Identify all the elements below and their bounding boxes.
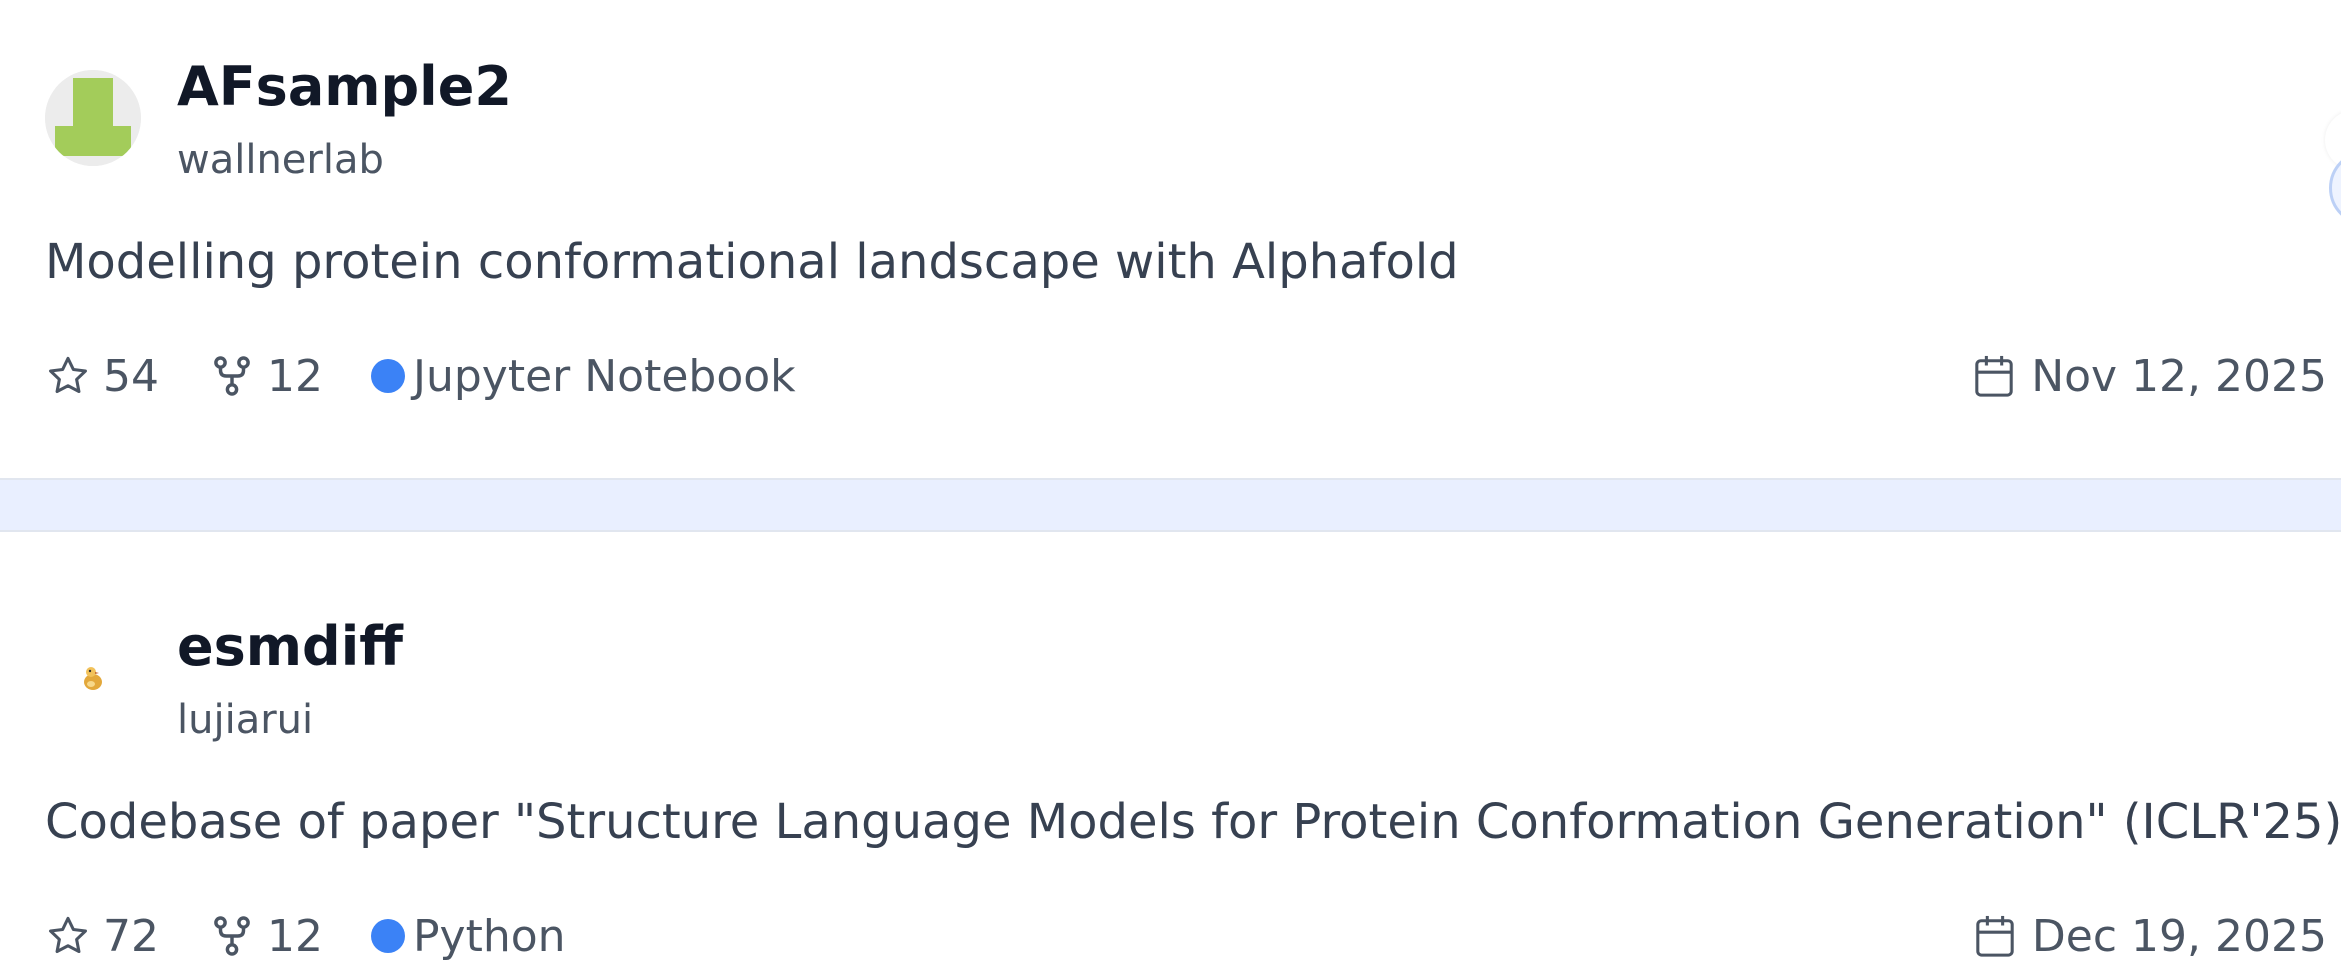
avatar[interactable] — [45, 630, 141, 726]
calendar-icon — [1975, 355, 2013, 397]
star-count[interactable]: 72 — [45, 911, 159, 962]
repo-card[interactable]: esmdiff lujiarui Codebase of paper "Stru… — [0, 532, 2341, 979]
fork-count[interactable]: 12 — [209, 911, 323, 962]
updated-date: Nov 12, 2025 — [1973, 348, 2327, 404]
repo-owner[interactable]: lujiarui — [177, 700, 313, 740]
star-count-value: 72 — [103, 910, 159, 962]
green-block-avatar-icon — [45, 70, 141, 166]
star-icon — [49, 356, 87, 394]
language-color-dot — [371, 919, 405, 953]
repo-description: Modelling protein conformational landsca… — [45, 234, 1459, 290]
fork-count[interactable]: 12 — [209, 351, 323, 402]
fork-icon — [214, 356, 250, 396]
fork-count-value: 12 — [267, 910, 323, 962]
duck-avatar-icon — [84, 667, 102, 690]
card-separator — [0, 478, 2341, 532]
star-count-value: 54 — [103, 350, 159, 402]
calendar-icon — [1976, 915, 2014, 957]
repo-description: Codebase of paper "Structure Language Mo… — [45, 794, 2341, 850]
language-color-dot — [371, 359, 405, 393]
repo-stats: 54 12 Jupyter Notebook — [45, 348, 796, 404]
repo-name[interactable]: esmdiff — [177, 620, 403, 674]
language-label: Jupyter Notebook — [413, 350, 796, 402]
date-label: Dec 19, 2025 — [2031, 910, 2327, 962]
fork-icon — [214, 916, 250, 956]
star-count[interactable]: 54 — [45, 351, 159, 402]
date-label: Nov 12, 2025 — [2031, 350, 2327, 402]
repo-card[interactable]: AFsample2 wallnerlab Modelling protein c… — [0, 0, 2341, 478]
repo-stats: 72 12 Python — [45, 908, 566, 964]
repo-name[interactable]: AFsample2 — [177, 60, 512, 114]
fork-count-value: 12 — [267, 350, 323, 402]
language-tag: Python — [371, 911, 566, 962]
language-tag: Jupyter Notebook — [371, 351, 796, 402]
avatar[interactable] — [45, 70, 141, 166]
star-icon — [49, 916, 87, 954]
language-label: Python — [413, 910, 566, 962]
updated-date: Dec 19, 2025 — [1974, 908, 2327, 964]
repo-owner[interactable]: wallnerlab — [177, 140, 384, 180]
